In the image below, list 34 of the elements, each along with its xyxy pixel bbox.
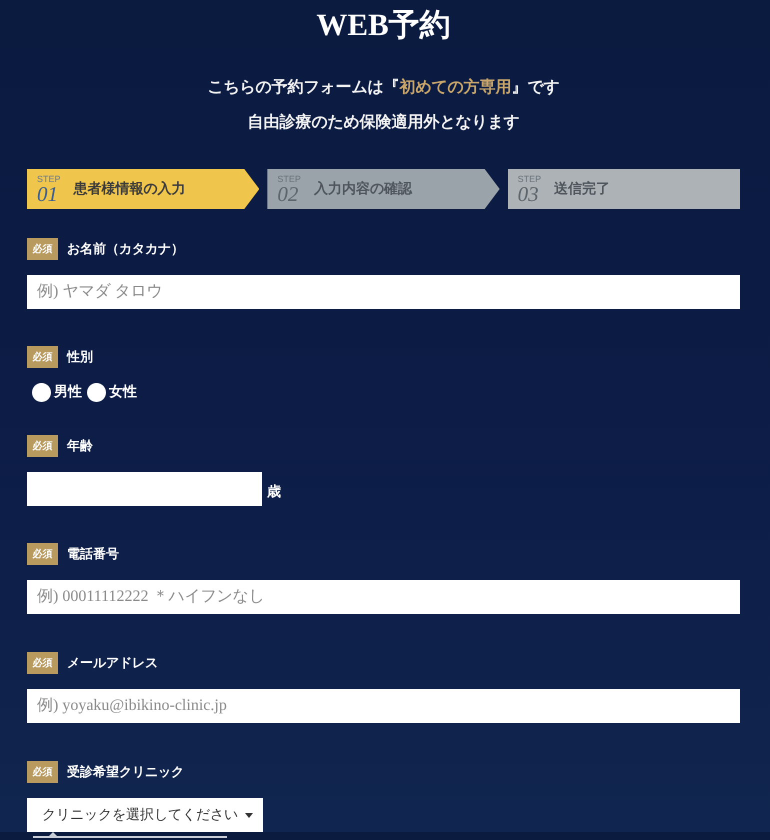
caret-icon: [245, 812, 253, 818]
required-badge: 必須: [27, 652, 58, 674]
required-badge: 必須: [27, 238, 58, 260]
field-label: 性別: [67, 348, 93, 366]
step-caption: STEP: [518, 174, 542, 184]
unit-label: 歳: [267, 483, 281, 502]
option-label[interactable]: 男性: [54, 383, 82, 401]
required-badge: 必須: [27, 435, 58, 457]
option-label[interactable]: 女性: [109, 383, 137, 401]
step-title: 入力内容の確認: [314, 180, 412, 198]
notice-text: 自由診療のため保険適用外となります: [248, 112, 520, 133]
step-number: 01: [37, 184, 58, 204]
field-label: 受診希望クリニック: [67, 763, 184, 781]
field-label: 年齢: [67, 437, 93, 455]
step-number: 03: [518, 184, 539, 204]
radio-button[interactable]: [32, 382, 51, 402]
step-number: 02: [277, 184, 298, 204]
input-field[interactable]: 例) ヤマダ タロウ: [27, 275, 740, 309]
step-title: 送信完了: [554, 180, 610, 198]
field-label: メールアドレス: [67, 654, 158, 672]
input-field[interactable]: [27, 472, 262, 506]
step-title: 患者様情報の入力: [74, 180, 186, 198]
required-badge: 必須: [27, 543, 58, 565]
step-caption: STEP: [37, 174, 61, 184]
input-field[interactable]: 例) 00011112222 ＊ハイフンなし: [27, 580, 740, 614]
page-title: WEB予約: [315, 6, 452, 44]
input-field[interactable]: 例) yoyaku@ibikino-clinic.jp: [27, 689, 740, 723]
notice-text: こちらの予約フォームは『初めての方専用』です: [208, 77, 560, 98]
clinic-select[interactable]: クリニックを選択してください: [27, 798, 263, 832]
required-badge: 必須: [27, 346, 58, 368]
radio-button[interactable]: [87, 382, 106, 402]
required-badge: 必須: [27, 761, 58, 783]
field-label: お名前（カタカナ）: [67, 240, 184, 258]
field-label: 電話番号: [67, 545, 119, 563]
